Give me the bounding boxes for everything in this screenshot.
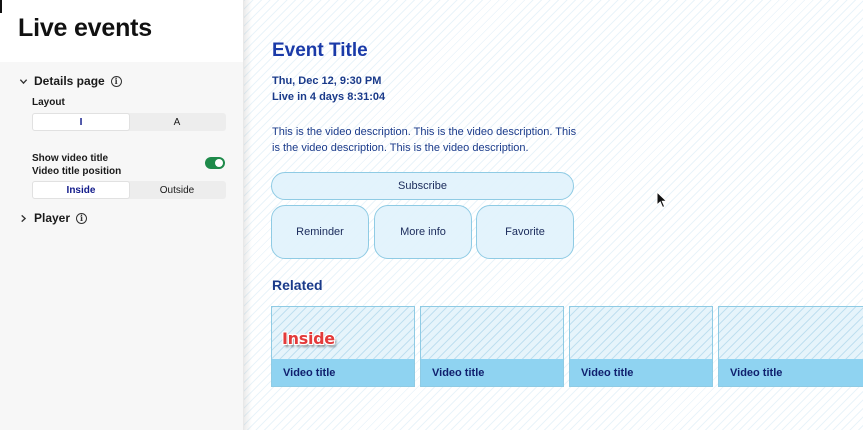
layout-option-a[interactable]: A xyxy=(129,114,225,130)
video-title: Video title xyxy=(570,359,712,386)
related-video-card[interactable]: Video title xyxy=(718,306,863,387)
sidebar-title: Live events xyxy=(18,14,152,42)
subscribe-button[interactable]: Subscribe xyxy=(271,172,574,200)
video-title: Video title xyxy=(421,359,563,386)
sidebar-shadow xyxy=(244,0,252,430)
event-title: Event Title xyxy=(272,40,368,61)
toggle-knob xyxy=(215,159,223,167)
window-edge xyxy=(0,0,2,13)
reminder-button[interactable]: Reminder xyxy=(271,205,369,259)
info-icon[interactable]: i xyxy=(110,75,122,87)
related-video-card[interactable]: Inside Video title xyxy=(271,306,415,387)
chevron-down-icon xyxy=(18,76,28,86)
video-title-position-segmented-control: Inside Outside xyxy=(32,181,226,199)
layout-segmented-control: I A xyxy=(32,113,226,131)
title-position-badge: Inside xyxy=(282,329,335,348)
video-title: Video title xyxy=(719,359,863,386)
player-label: Player xyxy=(34,211,71,225)
show-video-title-toggle[interactable] xyxy=(205,157,225,169)
player-section-toggle[interactable]: Player i xyxy=(18,211,88,225)
mouse-cursor-icon xyxy=(656,191,668,209)
more-info-button[interactable]: More info xyxy=(374,205,472,259)
layout-label: Layout xyxy=(32,97,65,108)
video-title: Video title xyxy=(272,359,414,386)
related-video-card[interactable]: Video title xyxy=(569,306,713,387)
position-option-inside[interactable]: Inside xyxy=(33,182,129,198)
info-icon[interactable]: i xyxy=(76,212,88,224)
event-description: This is the video description. This is t… xyxy=(272,126,577,154)
event-date: Thu, Dec 12, 9:30 PM xyxy=(272,75,382,87)
related-heading: Related xyxy=(272,277,323,293)
chevron-right-icon xyxy=(18,213,28,223)
sidebar-header: Live events xyxy=(0,0,243,62)
video-title-position-label: Video title position xyxy=(32,166,122,177)
position-option-outside[interactable]: Outside xyxy=(129,182,225,198)
favorite-button[interactable]: Favorite xyxy=(476,205,574,259)
layout-option-i[interactable]: I xyxy=(33,114,129,130)
details-page-section-toggle[interactable]: Details page i xyxy=(18,74,122,88)
details-page-label: Details page xyxy=(34,74,105,88)
settings-sidebar: Live events Details page i Layout I A Sh… xyxy=(0,0,244,430)
show-video-title-label: Show video title xyxy=(32,153,109,164)
event-countdown: Live in 4 days 8:31:04 xyxy=(272,91,386,103)
related-video-card[interactable]: Video title xyxy=(420,306,564,387)
